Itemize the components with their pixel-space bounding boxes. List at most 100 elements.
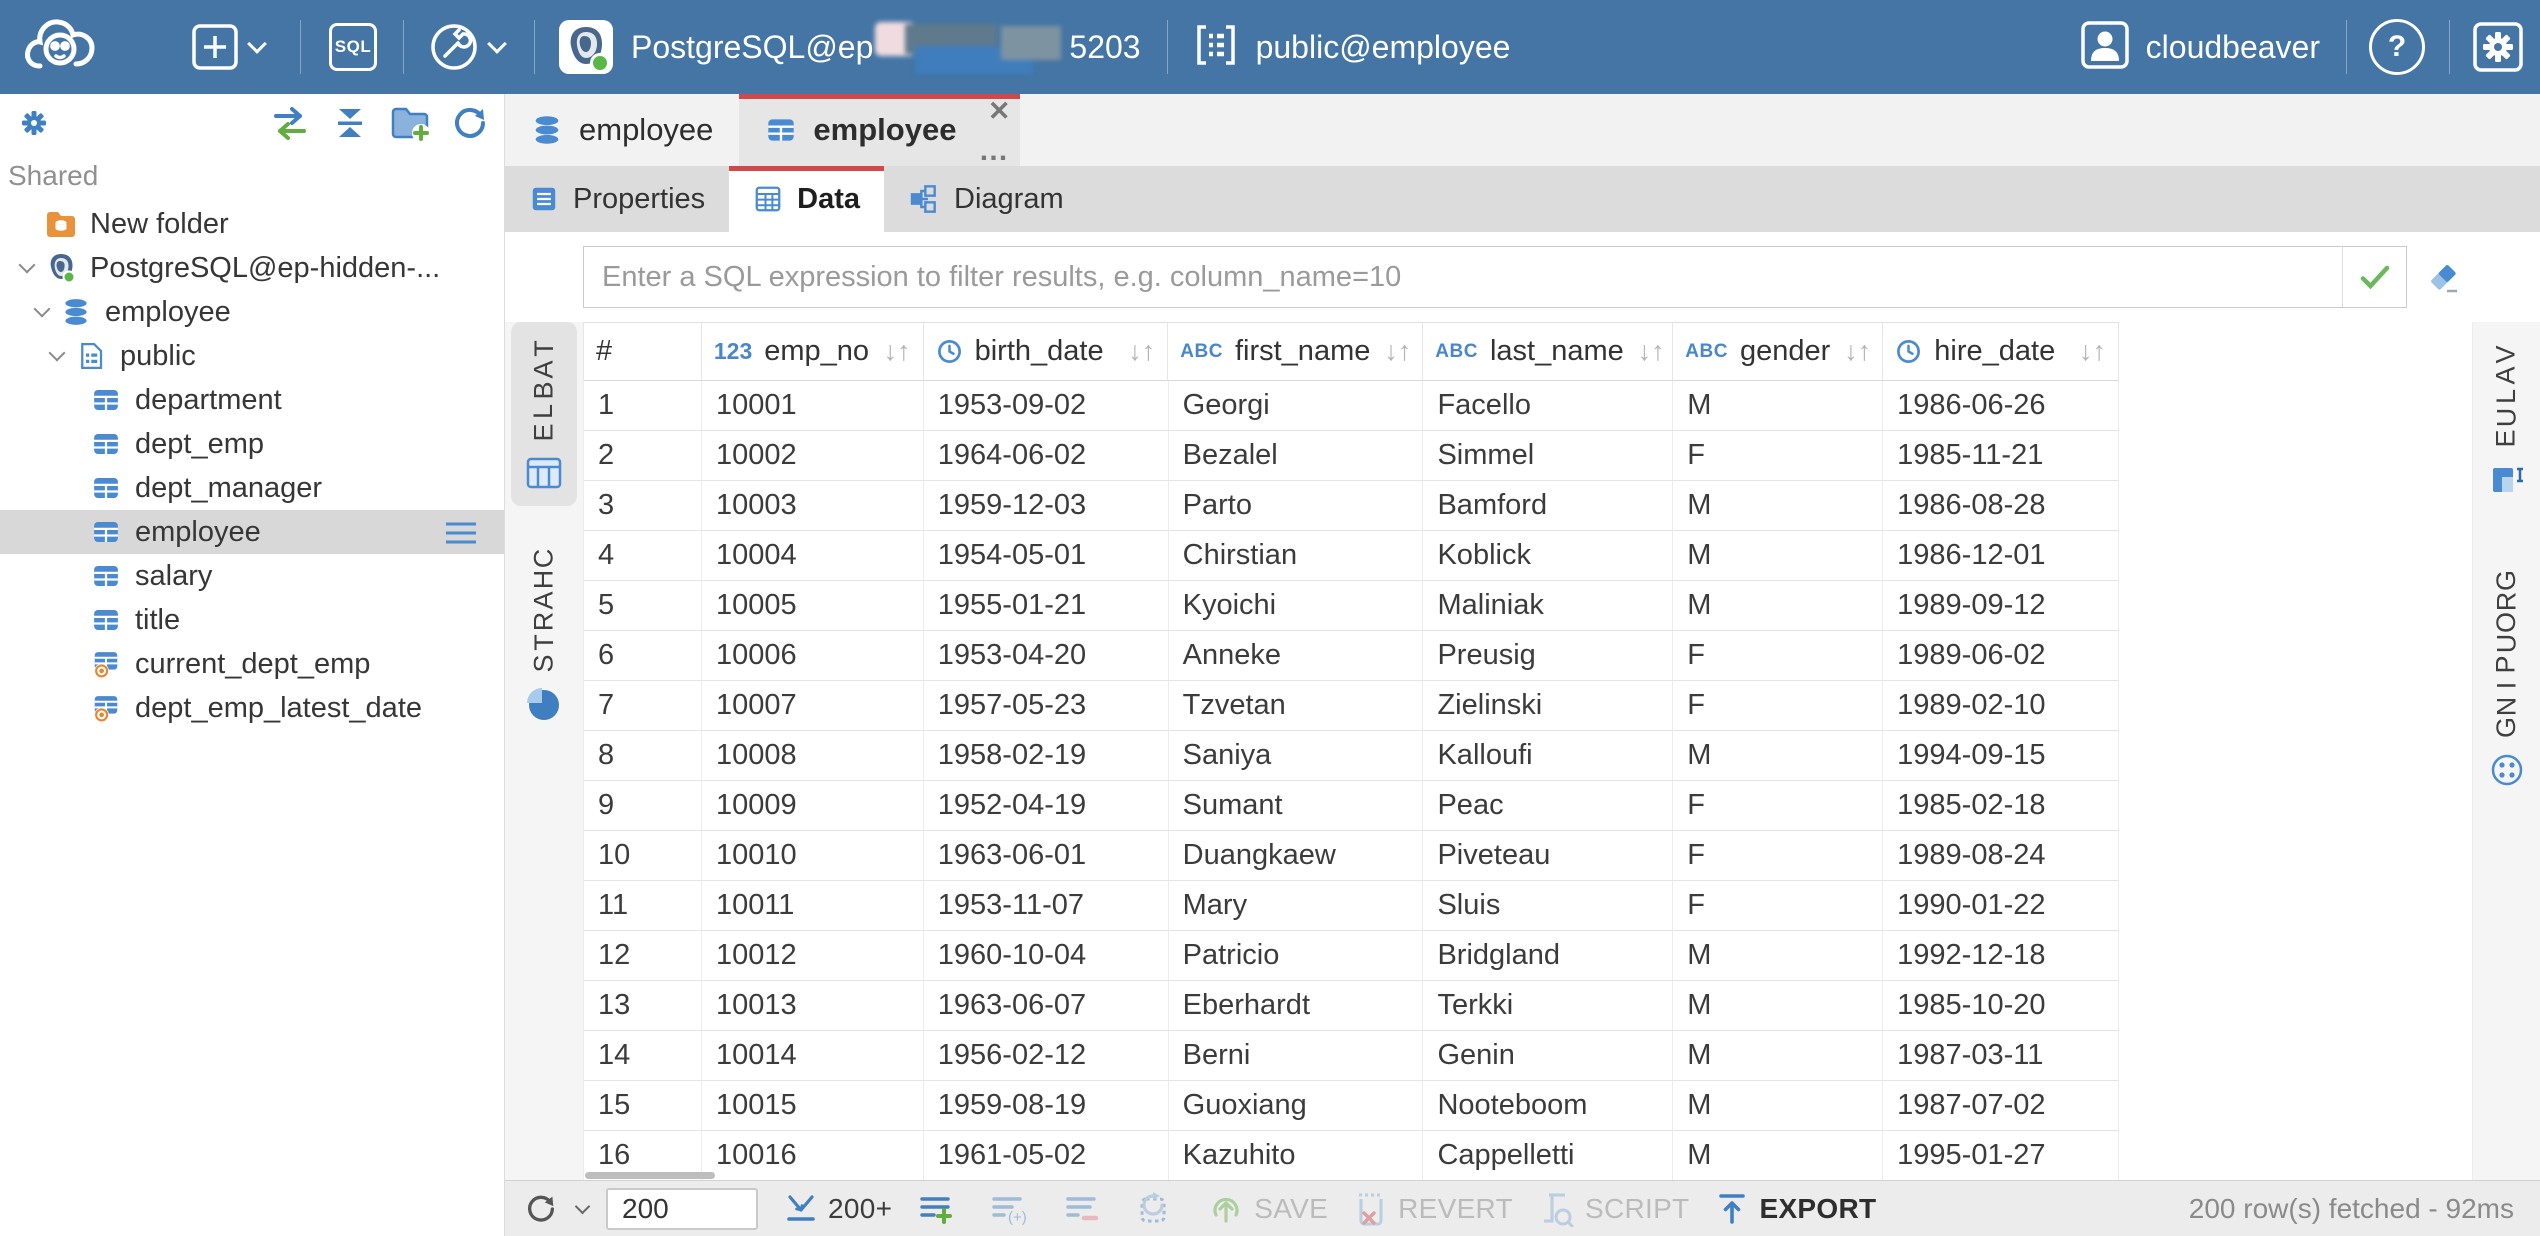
tree-item-employee[interactable]: employee [0,510,504,554]
cell[interactable]: 1989-02-10 [1883,681,2119,731]
apply-filter-button[interactable] [2342,247,2406,307]
row-number[interactable]: 1 [584,381,702,431]
cell[interactable]: F [1673,631,1883,681]
connection-selector[interactable]: PostgreSQL@ep 5203 [557,18,1141,76]
cell[interactable]: 10007 [702,681,924,731]
cell[interactable]: 1963-06-01 [924,831,1169,881]
cell[interactable]: 1959-12-03 [924,481,1169,531]
fetch-more-button[interactable]: 200+ [784,1192,892,1226]
chevron-down-icon[interactable] [10,251,44,285]
sort-icon[interactable]: ↓↑ [1830,336,1871,367]
cell[interactable]: F [1673,831,1883,881]
cell[interactable]: 10008 [702,731,924,781]
cell[interactable]: 10009 [702,781,924,831]
user-menu[interactable]: cloudbeaver [2080,20,2320,75]
cell[interactable]: 1956-02-12 [924,1031,1169,1081]
row-number[interactable]: 12 [584,931,702,981]
scrollbar-thumb[interactable] [585,1172,715,1179]
cell[interactable]: F [1673,881,1883,931]
cell[interactable]: 1955-01-21 [924,581,1169,631]
sort-icon[interactable]: ↓↑ [2065,336,2106,367]
cell[interactable]: 10005 [702,581,924,631]
cell[interactable]: Kyoichi [1169,581,1424,631]
new-object-button[interactable] [190,22,264,72]
cell[interactable]: 1957-05-23 [924,681,1169,731]
cell[interactable]: Zielinski [1423,681,1673,731]
sql-editor-button[interactable]: SQL [329,23,377,71]
row-number[interactable]: 7 [584,681,702,731]
cell[interactable]: Georgi [1169,381,1424,431]
refresh-results-button[interactable] [523,1191,588,1227]
cell[interactable]: M [1673,1031,1883,1081]
tab-employee-database[interactable]: employee [505,94,739,166]
cell[interactable]: Anneke [1169,631,1424,681]
cell[interactable]: 10015 [702,1081,924,1131]
cell[interactable]: 1986-08-28 [1883,481,2119,531]
cell[interactable]: M [1673,581,1883,631]
cell[interactable]: 10001 [702,381,924,431]
tree-item-new-folder[interactable]: New folder [0,202,504,246]
tree-item-public[interactable]: public [0,334,504,378]
cell[interactable]: Preusig [1423,631,1673,681]
cell[interactable]: Tzvetan [1169,681,1424,731]
cell[interactable]: 1985-11-21 [1883,431,2119,481]
cell[interactable]: 1958-02-19 [924,731,1169,781]
row-number[interactable]: 9 [584,781,702,831]
cell[interactable]: 1990-01-22 [1883,881,2119,931]
cell[interactable]: Berni [1169,1031,1424,1081]
cell[interactable]: Koblick [1423,531,1673,581]
cell[interactable]: 10013 [702,981,924,1031]
row-number[interactable]: 4 [584,531,702,581]
apply-changes-button[interactable] [1136,1191,1182,1227]
script-button[interactable]: SCRIPT [1539,1191,1689,1227]
cell[interactable]: 1954-05-01 [924,531,1169,581]
cell[interactable]: Genin [1423,1031,1673,1081]
tree-item-department[interactable]: department [0,378,504,422]
cell[interactable]: 10011 [702,881,924,931]
row-menu-icon[interactable] [444,520,478,554]
tab-employee-table[interactable]: employee ✕ … [739,94,1020,166]
cell[interactable]: 10010 [702,831,924,881]
collapse-all-button[interactable] [330,103,370,143]
cell[interactable]: 1952-04-19 [924,781,1169,831]
schema-selector[interactable]: public@employee [1190,19,1511,76]
sort-icon[interactable]: ↓↑ [870,336,911,367]
cell[interactable]: Facello [1423,381,1673,431]
cell[interactable]: 10003 [702,481,924,531]
row-number[interactable]: 13 [584,981,702,1031]
cell[interactable]: M [1673,481,1883,531]
cell[interactable]: 1992-12-18 [1883,931,2119,981]
cell[interactable]: 1960-10-04 [924,931,1169,981]
tree-item-postgresql-ep-hidden[interactable]: PostgreSQL@ep-hidden-... [0,246,504,290]
cell[interactable]: Parto [1169,481,1424,531]
rail-tab-charts[interactable]: CHARTS [511,532,577,734]
row-number[interactable]: 10 [584,831,702,881]
rail-tab-grouping[interactable]: GROUPING [2479,554,2534,805]
cell[interactable]: 10002 [702,431,924,481]
tree-item-dept-emp-latest-date[interactable]: dept_emp_latest_date [0,686,504,730]
sort-icon[interactable]: ↓↑ [1114,336,1155,367]
cell[interactable]: Simmel [1423,431,1673,481]
cell[interactable]: 1953-11-07 [924,881,1169,931]
cell[interactable]: 1953-09-02 [924,381,1169,431]
cell[interactable]: 10012 [702,931,924,981]
column-header-hire_date[interactable]: hire_date↓↑ [1883,323,2119,381]
help-button[interactable]: ? [2369,19,2425,75]
cell[interactable]: 1994-09-15 [1883,731,2119,781]
cell[interactable]: Kalloufi [1423,731,1673,781]
cell[interactable]: 1989-08-24 [1883,831,2119,881]
cell[interactable]: 1985-10-20 [1883,981,2119,1031]
cell[interactable]: 1986-06-26 [1883,381,2119,431]
export-button[interactable]: EXPORT [1715,1191,1876,1227]
cell[interactable]: 1987-03-11 [1883,1031,2119,1081]
row-number[interactable]: 14 [584,1031,702,1081]
fetch-size-input[interactable] [606,1188,758,1230]
cell[interactable]: Terkki [1423,981,1673,1031]
row-number[interactable]: 3 [584,481,702,531]
new-folder-button[interactable] [390,103,430,143]
cell[interactable]: Chirstian [1169,531,1424,581]
cell[interactable]: 1987-07-02 [1883,1081,2119,1131]
column-header-birth_date[interactable]: birth_date↓↑ [924,323,1169,381]
cell[interactable]: M [1673,931,1883,981]
cell[interactable]: 1989-06-02 [1883,631,2119,681]
